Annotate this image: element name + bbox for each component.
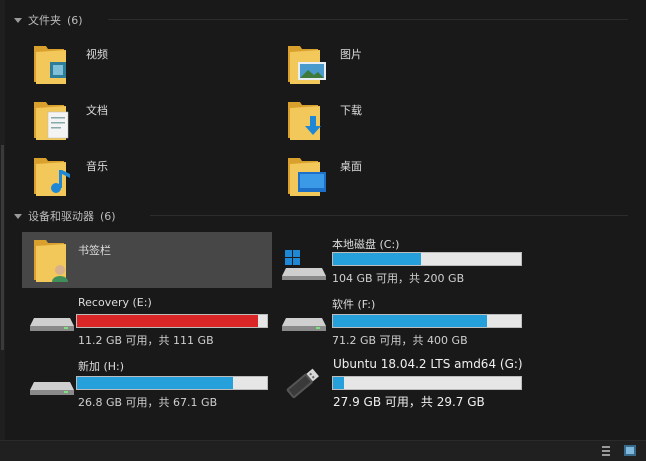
section-divider <box>150 215 628 216</box>
drive-info: 11.2 GB 可用，共 111 GB <box>78 334 214 347</box>
folder-label: 桌面 <box>340 160 362 173</box>
usb-drive-icon <box>282 318 326 331</box>
music-folder-icon <box>34 158 70 196</box>
details-view-icon[interactable] <box>600 445 612 456</box>
documents-folder-icon <box>34 102 69 140</box>
section-divider <box>108 19 628 20</box>
desktop-folder-icon <box>288 158 326 196</box>
drive-name: 本地磁盘 (C:) <box>332 238 400 251</box>
section-title: 文件夹 <box>28 14 61 27</box>
usage-bar <box>76 376 268 390</box>
usb-drive-icon <box>30 382 74 395</box>
drive-item[interactable]: 软件 (F:) 71.2 GB 可用，共 400 GB <box>282 294 532 350</box>
drive-item-ubuntu[interactable]: Ubuntu 18.04.2 LTS amd64 (G:) 27.9 GB 可用… <box>276 354 536 410</box>
usb-drive-icon <box>30 318 74 331</box>
chevron-down-icon <box>14 18 22 23</box>
folder-desktop[interactable]: 桌面 <box>286 154 526 206</box>
folder-label: 视频 <box>86 48 108 61</box>
folder-documents[interactable]: 文档 <box>32 98 272 150</box>
folder-downloads[interactable]: 下载 <box>286 98 526 150</box>
usage-fill <box>333 253 422 265</box>
drive-item-selected[interactable]: 书签栏 <box>22 232 272 288</box>
drive-name: Ubuntu 18.04.2 LTS amd64 (G:) <box>333 357 523 371</box>
section-title: 设备和驱动器 <box>28 210 94 223</box>
folders-section-header[interactable]: 文件夹 (6) <box>14 12 83 28</box>
devices-section-header[interactable]: 设备和驱动器 (6) <box>14 208 116 224</box>
usage-fill <box>333 377 345 389</box>
pictures-folder-icon <box>288 46 326 84</box>
usage-bar <box>332 314 522 328</box>
usage-fill <box>333 315 488 327</box>
usage-bar <box>332 376 522 390</box>
chevron-down-icon <box>14 214 22 219</box>
tiles-view-icon[interactable] <box>624 445 636 456</box>
usage-bar <box>76 314 268 328</box>
drive-name: 软件 (F:) <box>332 298 376 311</box>
section-count: (6) <box>100 209 116 223</box>
drive-item[interactable]: 本地磁盘 (C:) 104 GB 可用，共 200 GB <box>282 232 532 288</box>
folder-label: 图片 <box>340 48 362 61</box>
video-folder-icon <box>34 46 66 84</box>
drive-info: 26.8 GB 可用，共 67.1 GB <box>78 396 218 409</box>
vertical-scrollbar[interactable] <box>0 0 5 440</box>
usb-stick-icon <box>286 368 320 399</box>
section-count: (6) <box>67 13 83 27</box>
drive-name: Recovery (E:) <box>78 296 152 309</box>
folder-label: 下载 <box>340 104 362 117</box>
folder-videos[interactable]: 视频 <box>32 42 272 94</box>
usage-fill <box>77 377 233 389</box>
scrollbar-thumb[interactable] <box>1 145 4 350</box>
windows-drive-icon <box>282 250 326 280</box>
folder-pictures[interactable]: 图片 <box>286 42 526 94</box>
folder-label: 音乐 <box>86 160 108 173</box>
status-bar <box>0 440 646 461</box>
drive-item[interactable]: Recovery (E:) 11.2 GB 可用，共 111 GB <box>22 294 272 350</box>
drive-name: 新加 (H:) <box>78 360 125 373</box>
usage-fill <box>77 315 258 327</box>
downloads-folder-icon <box>288 102 321 140</box>
usage-bar <box>332 252 522 266</box>
drive-info: 27.9 GB 可用，共 29.7 GB <box>333 395 485 409</box>
drive-info: 104 GB 可用，共 200 GB <box>332 272 465 285</box>
drive-item[interactable]: 新加 (H:) 26.8 GB 可用，共 67.1 GB <box>22 354 272 410</box>
folder-label: 文档 <box>86 104 108 117</box>
drive-info: 71.2 GB 可用，共 400 GB <box>332 334 468 347</box>
drive-name: 书签栏 <box>78 244 111 257</box>
user-folder-icon <box>34 240 68 282</box>
folder-music[interactable]: 音乐 <box>32 154 272 206</box>
